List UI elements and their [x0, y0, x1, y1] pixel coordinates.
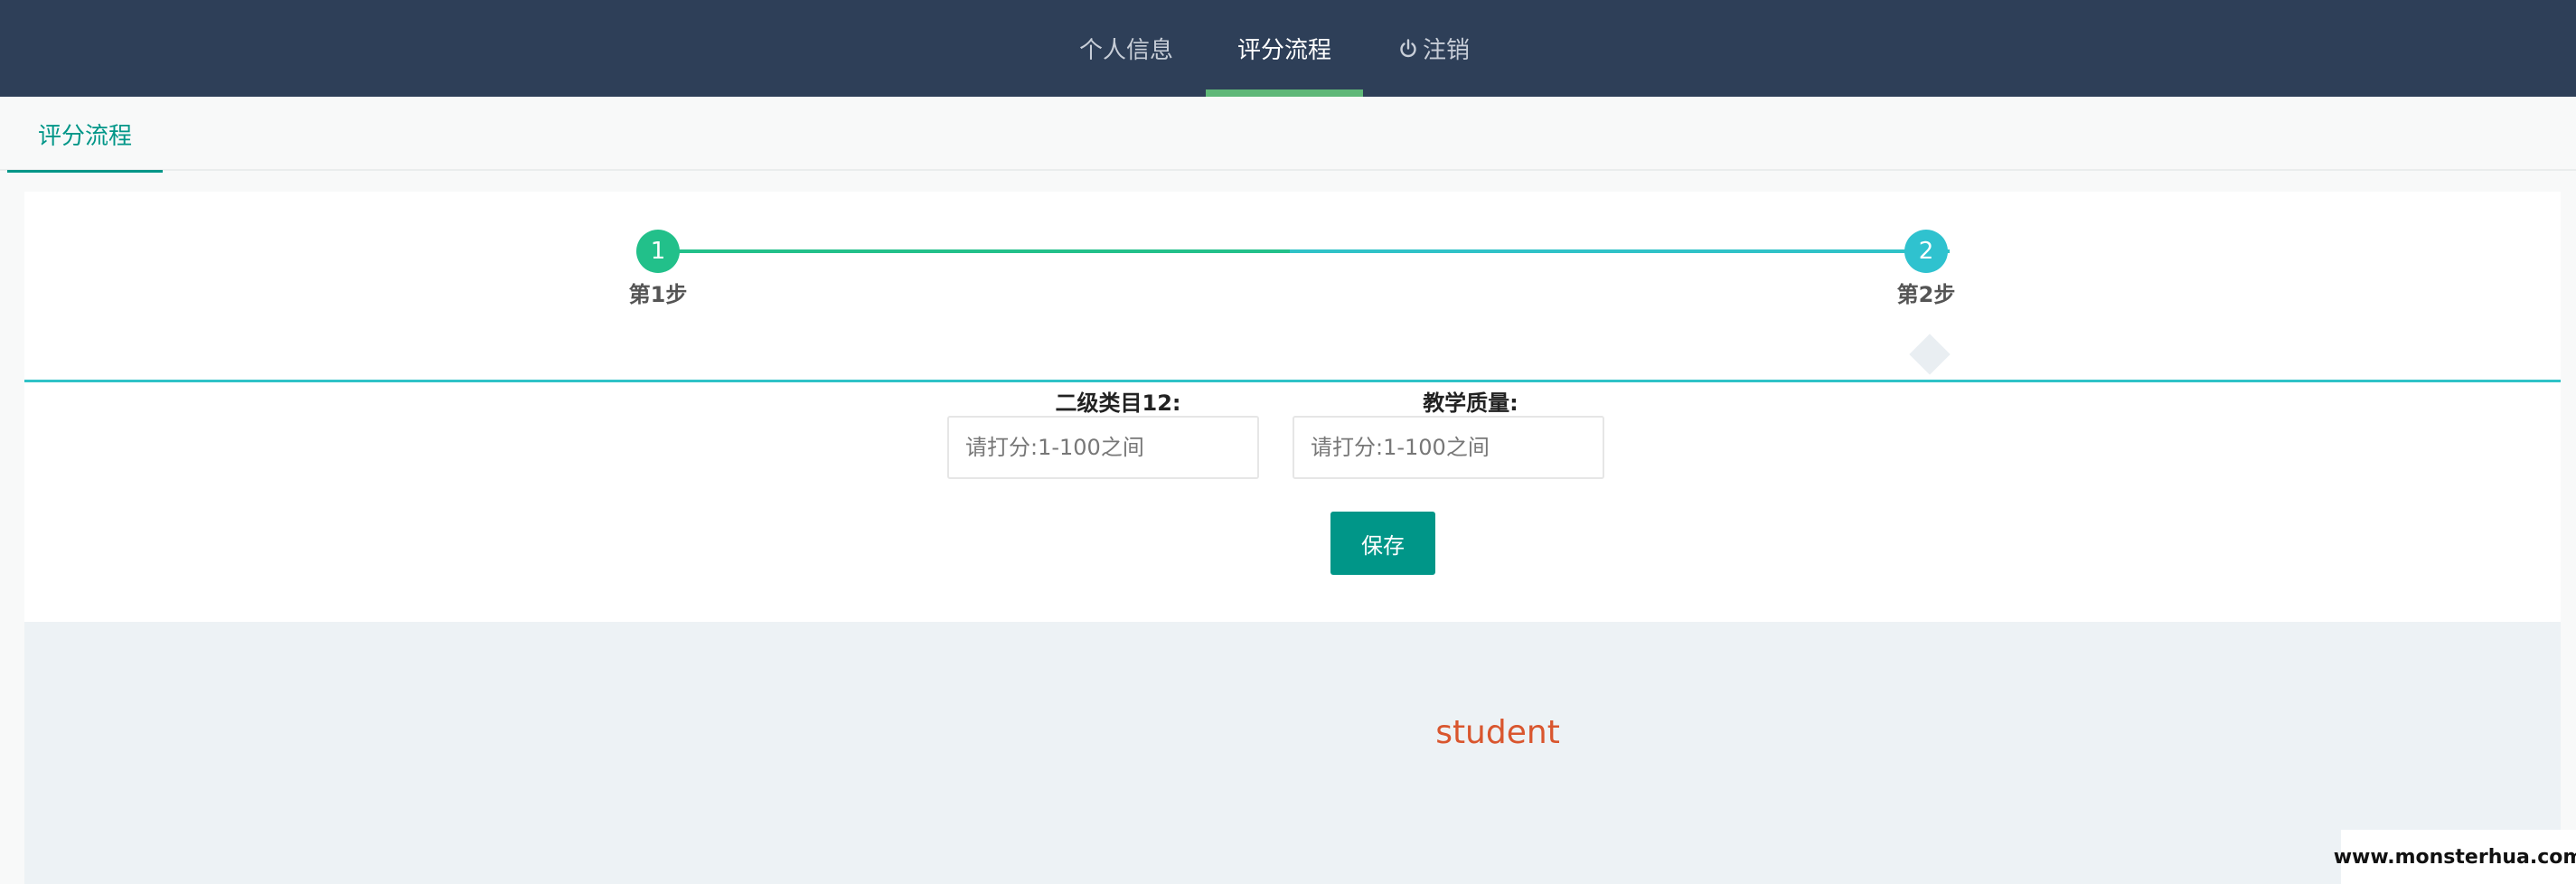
score-input-teaching-quality[interactable]: [1293, 416, 1604, 479]
nav-item-personal-info[interactable]: 个人信息: [1065, 0, 1188, 97]
score-input-category-12[interactable]: [947, 416, 1259, 479]
nav-item-label: 注销: [1422, 37, 1470, 64]
nav-item-scoring-flow[interactable]: 评分流程: [1206, 0, 1363, 97]
step-1-label: 第1步: [628, 282, 688, 307]
step-connector-done: [657, 249, 1317, 253]
watermark: www.monsterhua.com: [2334, 830, 2576, 884]
tab-bar: 评分流程: [0, 97, 2576, 173]
user-role-text: student: [1435, 714, 1560, 751]
step-number: 1: [650, 238, 666, 265]
nav-item-label: 评分流程: [1236, 37, 1331, 64]
nav-item-logout[interactable]: 注销: [1385, 0, 1482, 97]
scoring-card: 1 第1步 2 第2步 二级类目12: 教学质量: 保存: [24, 192, 2561, 622]
field-label-teaching-quality: 教学质量:: [1423, 390, 1518, 416]
tab-scoring-flow[interactable]: 评分流程: [7, 97, 163, 173]
step-1-circle[interactable]: 1: [636, 230, 680, 273]
step-2-label: 第2步: [1896, 282, 1956, 307]
step-number: 2: [1918, 238, 1934, 265]
footer-area: student: [24, 622, 2561, 884]
current-step-pointer: [1909, 334, 1951, 375]
nav-item-label: 个人信息: [1078, 37, 1173, 64]
top-navbar: 个人信息 评分流程 注销: [0, 0, 2576, 97]
step-progress: 1 第1步 2 第2步: [24, 192, 2561, 382]
save-button[interactable]: 保存: [1330, 512, 1435, 575]
steps-divider: [24, 380, 2561, 382]
power-icon: [1397, 38, 1419, 60]
field-label-category-12: 二级类目12:: [1055, 390, 1181, 416]
tab-label: 评分流程: [37, 122, 132, 150]
step-2-circle[interactable]: 2: [1904, 230, 1948, 273]
step-connector-current: [1290, 249, 1950, 253]
